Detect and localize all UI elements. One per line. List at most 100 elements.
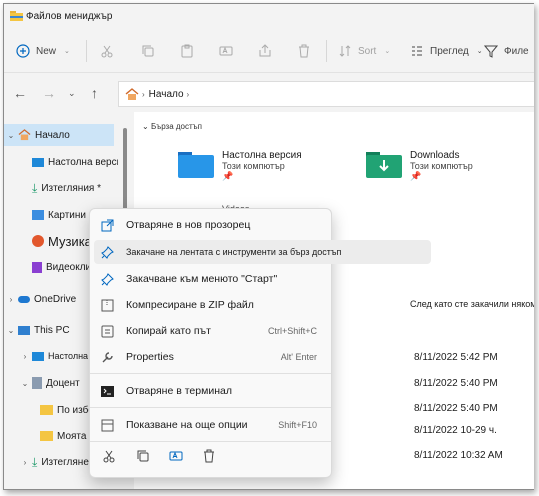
breadcrumb-home[interactable]: Начало [149,89,184,100]
sidebar-item-label: Картини [48,209,87,221]
tile-desktop[interactable]: Настолна версия Този компютър 📌 [178,150,302,182]
context-quick-actions [90,447,331,469]
compress-zip-item[interactable]: Компресиране в ZIP файл [90,293,331,317]
properties-item[interactable]: Properties Alt' Enter [90,345,331,369]
new-button[interactable]: New ⌄ [16,40,70,62]
tile-name: Downloads [410,150,460,161]
view-icon [412,46,422,56]
menu-item-label: Отваряне в терминал [126,385,232,397]
rename-button[interactable] [169,449,183,466]
context-menu: Отваряне в нов прозорец Закачане на лент… [89,208,431,478]
wrench-icon [102,351,113,362]
downloads-folder-icon [366,152,402,178]
sidebar-item-desktop[interactable]: Настолна версия [32,151,128,173]
sidebar-item-label: Изтегляне [41,456,89,468]
sidebar-item-pictures[interactable]: Картини [32,204,86,226]
more-options-item[interactable]: Показване на още опции Shift+F10 [90,413,331,437]
copy-button[interactable] [141,40,155,62]
desktop-icon [32,157,44,167]
pictures-icon [32,210,44,220]
copy-icon [142,45,154,57]
cut-button[interactable] [102,449,116,466]
sidebar-item-music[interactable]: Музика [32,230,92,252]
date-2: 8/11/2022 5:40 PM [414,378,498,389]
sidebar-item-label: This PC [34,324,70,336]
rename-icon [219,46,233,56]
chevron-right-icon[interactable]: › [18,352,32,361]
delete-button[interactable] [202,449,216,466]
tile-name: Настолна версия [222,150,302,161]
rename-button[interactable] [219,40,233,62]
video-icon [32,261,42,273]
shortcut-label: Alt' Enter [280,352,317,362]
sidebar-item-pc-downloads[interactable]: › ⤓ Изтегляне [18,451,89,473]
chevron-down-icon: ⌄ [142,122,151,131]
music-icon [32,235,44,247]
tile-sub: Този компютър [410,161,473,171]
menu-item-label: Копирай като път [126,325,211,337]
copy-path-item[interactable]: Копирай като път Ctrl+Shift+C [90,319,331,343]
sort-label: Sort [358,45,377,57]
breadcrumb-chevron-icon[interactable]: › [187,90,190,99]
download-icon: ⤓ [32,454,38,469]
sidebar-item-home[interactable]: ⌄ Начало [4,124,114,146]
pin-icon [100,245,114,259]
window-title: Файлов мениджър [26,11,113,22]
scissors-icon [103,450,115,463]
menu-item-label: Закачане на лентата с инструменти за бър… [126,247,342,257]
tile-sub: Този компютър [222,161,285,171]
menu-item-label: Properties [126,351,174,363]
sidebar-item-this-pc[interactable]: ⌄ This PC [4,319,70,341]
open-terminal-item[interactable]: Отваряне в терминал [90,379,331,403]
view-button[interactable]: Преглед ⌄ [410,40,483,62]
folder-icon [40,405,53,415]
sidebar-item-label: Изтегляния * [41,182,101,194]
forward-arrow-icon[interactable]: → [42,85,56,101]
back-arrow-icon[interactable]: ← [13,85,27,101]
home-icon [125,87,139,100]
chevron-right-icon[interactable]: › [18,458,32,467]
paste-button[interactable] [180,40,194,62]
address-bar[interactable]: › Начало › [118,81,534,107]
new-label: New [36,45,57,57]
recent-chevron-icon[interactable]: ⌄ [68,88,76,99]
date-4: 8/11/2022 10-29 ч. [414,425,497,436]
pin-start-item[interactable]: Закачване към менюто "Старт" [90,267,331,291]
folder-icon [40,431,53,441]
up-arrow-icon[interactable]: ↑ [91,85,98,101]
delete-button[interactable] [297,40,311,62]
chevron-down-icon[interactable]: ⌄ [4,326,18,335]
pin-icon: 📌 [410,171,422,181]
shortcut-label: Ctrl+Shift+C [267,326,317,336]
copy-icon [137,450,149,462]
sidebar-item-downloads[interactable]: ⤓ Изтегляния * [32,177,101,199]
chevron-down-icon[interactable]: ⌄ [4,131,18,140]
quick-access-header[interactable]: ⌄ Бърза достъп [142,122,202,131]
document-icon [32,377,42,389]
chevron-down-icon: ⌄ [476,48,483,55]
sidebar-item-documents[interactable]: ⌄ Доцент [18,372,80,394]
sidebar-item-onedrive[interactable]: › OneDrive [4,288,77,310]
chevron-down-icon[interactable]: ⌄ [18,379,32,388]
menu-item-label: Отваряне в нов прозорец [126,219,251,231]
pin-quick-access-item[interactable]: Закачане на лентата с инструменти за бър… [94,240,431,264]
chevron-down-icon: ⌄ [64,48,70,55]
copy-button[interactable] [136,449,150,466]
open-new-window-item[interactable]: Отваряне в нов прозорец [90,213,331,237]
filter-button[interactable]: Филе [484,40,529,62]
cloud-icon [18,295,30,303]
sort-button[interactable]: Sort ⌄ [338,40,390,62]
share-button[interactable] [258,40,272,62]
trash-icon [299,44,309,58]
recent-note: След като сте закачили няком [410,299,534,309]
menu-item-label: Компресиране в ZIP файл [126,299,254,311]
chevron-right-icon[interactable]: › [4,295,18,304]
command-bar: New ⌄ Sort ⌄ Преглед ⌄ Филе [4,30,534,73]
sidebar-item-label: Музика [48,233,92,249]
desktop-folder-icon [178,152,214,178]
date-3: 8/11/2022 5:40 PM [414,403,498,414]
filter-label: Филе [504,45,529,57]
sidebar-item-label: Начало [35,129,70,141]
tile-downloads[interactable]: Downloads Този компютър 📌 [366,150,473,182]
cut-button[interactable] [100,40,114,62]
